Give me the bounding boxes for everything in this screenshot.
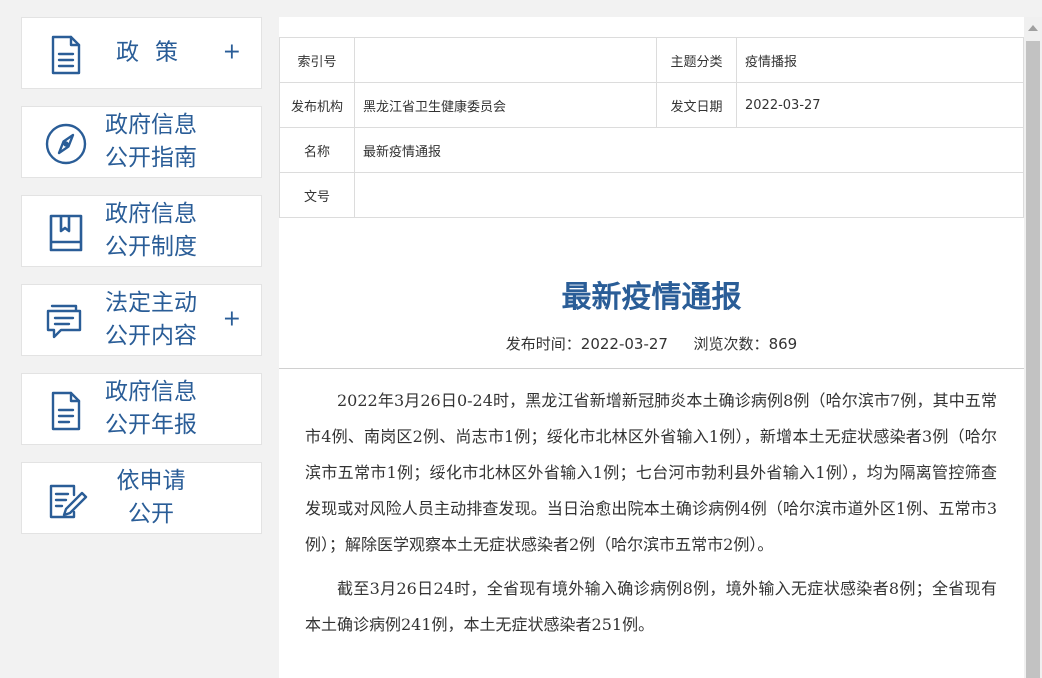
scroll-up-arrow-icon[interactable] [1028,25,1038,31]
name-value: 最新疫情通报 [354,127,1024,173]
docno-value [354,172,1024,218]
sidebar-item-policy[interactable]: 政策 + [21,17,262,89]
article-info: 发布时间：2022-03-27 浏览次数：869 [279,333,1024,354]
vertical-scrollbar[interactable] [1024,17,1042,678]
article-paragraph: 截至3月26日24时，全省现有境外输入确诊病例8例，境外输入无症状感染者8例；全… [305,579,997,634]
topic-label: 主题分类 [656,37,737,83]
divider [279,368,1024,369]
views-label: 浏览次数： [693,335,769,353]
views-count: 869 [768,335,798,353]
scrollbar-thumb[interactable] [1026,41,1040,678]
sidebar-item-label: 政府信息 公开制度 [105,201,197,260]
index-label: 索引号 [279,37,355,83]
sidebar-item-label: 依申请 公开 [116,468,186,527]
publisher-label: 发布机构 [279,82,355,128]
article-title: 最新疫情通报 [561,280,742,315]
publish-time-label: 发布时间： [505,335,581,353]
date-value: 2022-03-27 [736,82,1024,128]
expand-plus-icon[interactable]: + [223,306,241,331]
document-icon [44,33,88,77]
article-body: 2022年3月26日0-24时，黑龙江省新增新冠肺炎本土确诊病例8例（哈尔滨市7… [305,383,997,651]
sidebar-item-label: 政策 [116,39,194,66]
publisher-value: 黑龙江省卫生健康委员会 [354,82,657,128]
compass-icon [44,122,88,166]
sidebar-item-label: 政府信息 公开指南 [105,112,197,171]
article-paragraph: 2022年3月26日0-24时，黑龙江省新增新冠肺炎本土确诊病例8例（哈尔滨市7… [305,391,997,554]
sidebar-item-annual-report[interactable]: 政府信息 公开年报 [21,373,262,445]
sidebar-item-statutory-content[interactable]: 法定主动 公开内容 + [21,284,262,356]
edit-document-icon [44,478,88,522]
topic-value: 疫情播报 [736,37,1024,83]
article-panel: 索引号 主题分类 疫情播报 发布机构 黑龙江省卫生健康委员会 发文日期 2022… [279,17,1024,678]
sidebar-item-disclosure-system[interactable]: 政府信息 公开制度 [21,195,262,267]
chat-bubbles-icon [44,300,88,344]
sidebar-item-label: 政府信息 公开年报 [105,379,197,438]
date-label: 发文日期 [656,82,737,128]
sidebar-item-disclosure-guide[interactable]: 政府信息 公开指南 [21,106,262,178]
report-icon [44,389,88,433]
docno-label: 文号 [279,172,355,218]
sidebar-item-label: 法定主动 公开内容 [105,290,197,349]
publish-time-value: 2022-03-27 [580,335,668,353]
index-value [354,37,657,83]
expand-plus-icon[interactable]: + [223,39,241,64]
metadata-table: 索引号 主题分类 疫情播报 发布机构 黑龙江省卫生健康委员会 发文日期 2022… [279,37,1024,218]
name-label: 名称 [279,127,355,173]
book-icon [44,211,88,255]
sidebar-item-apply-disclosure[interactable]: 依申请 公开 [21,462,262,534]
